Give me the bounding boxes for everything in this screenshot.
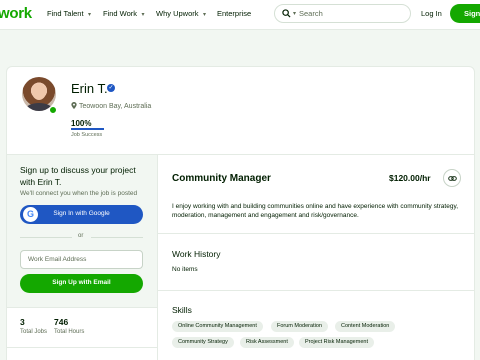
- freelancer-name: Erin T.: [71, 81, 108, 96]
- top-nav: work Find Talent ▾ Find Work ▾ Why Upwork ▾…: [0, 0, 480, 30]
- copy-link-button[interactable]: [443, 169, 461, 187]
- nav-enterprise[interactable]: Enterprise: [217, 9, 251, 18]
- nav-find-talent[interactable]: Find Talent ▾: [47, 9, 94, 18]
- verified-badge-icon: ✓: [107, 84, 115, 92]
- work-history-heading: Work History: [172, 249, 221, 259]
- nav-item-label: Find Work: [103, 9, 138, 18]
- google-signin-button[interactable]: G Sign In with Google: [20, 205, 143, 224]
- chevron-down-icon: ▾: [88, 12, 92, 18]
- job-success-fill: [71, 128, 104, 130]
- profile-title: Community Manager: [172, 173, 271, 184]
- skill-chip[interactable]: Forum Moderation: [271, 321, 328, 332]
- skill-chip[interactable]: Community Strategy: [172, 337, 234, 348]
- chevron-down-icon[interactable]: ▾: [293, 10, 296, 17]
- nav-item-label: Why Upwork: [156, 9, 199, 18]
- signup-email-button[interactable]: Sign Up with Email: [20, 274, 143, 293]
- search-box[interactable]: ▾ Search: [274, 4, 411, 23]
- profile-card: Erin T. ✓ Teowoon Bay, Australia 100% Jo…: [6, 66, 475, 360]
- total-jobs-label: Total Jobs: [20, 329, 48, 335]
- overview-section: Community Manager $120.00/hr I enjoy wor…: [158, 154, 474, 233]
- job-success-value: 100%: [71, 119, 92, 128]
- or-divider: or: [20, 233, 143, 241]
- nav-item-label: Find Talent: [47, 9, 84, 18]
- skill-chip[interactable]: Project Risk Management: [299, 337, 374, 348]
- signup-subtext: We'll connect you when the job is posted: [20, 190, 138, 197]
- nav-item-label: Enterprise: [217, 9, 252, 18]
- signup-button[interactable]: Sign: [450, 4, 480, 23]
- upwork-logo[interactable]: work: [0, 5, 32, 22]
- google-signin-label: Sign In with Google: [53, 210, 110, 217]
- total-hours-value: 746: [54, 317, 69, 327]
- nav-why-upwork[interactable]: Why Upwork ▾: [156, 9, 209, 18]
- location-text: Teowoon Bay, Australia: [79, 103, 152, 110]
- signup-heading: Sign up to discuss your project with Eri…: [20, 165, 136, 187]
- signup-panel: Sign up to discuss your project with Eri…: [7, 154, 158, 360]
- skill-chip[interactable]: Risk Assessment: [240, 337, 294, 348]
- online-status-icon: [49, 106, 57, 114]
- profile-bio: I enjoy working with and building commun…: [172, 203, 459, 219]
- nav-find-work[interactable]: Find Work ▾: [103, 9, 147, 18]
- search-placeholder[interactable]: Search: [299, 9, 323, 18]
- skills-heading: Skills: [172, 305, 192, 315]
- total-hours-label: Total Hours: [54, 329, 85, 335]
- job-success-bar: [71, 128, 104, 130]
- location: Teowoon Bay, Australia: [71, 102, 151, 110]
- total-jobs-value: 3: [20, 317, 25, 327]
- skill-chip[interactable]: Content Moderation: [335, 321, 396, 332]
- skill-chip[interactable]: Online Community Management: [172, 321, 263, 332]
- skills-section: Skills Online Community Management Forum…: [158, 290, 474, 360]
- location-pin-icon: [71, 102, 77, 109]
- work-history-section: Work History No items: [158, 233, 474, 290]
- email-field[interactable]: Work Email Address: [20, 250, 143, 269]
- or-text: or: [78, 233, 84, 239]
- profile-main: Community Manager $120.00/hr I enjoy wor…: [158, 154, 474, 360]
- job-success-label: Job Success: [71, 132, 103, 138]
- chevron-down-icon: ▾: [141, 12, 145, 18]
- chevron-down-icon: ▾: [203, 12, 207, 18]
- work-history-empty: No items: [172, 266, 198, 273]
- search-icon: [282, 9, 291, 18]
- hourly-rate: $120.00/hr: [389, 173, 431, 183]
- login-link[interactable]: Log In: [421, 9, 442, 18]
- divider: [7, 347, 157, 360]
- link-icon: [448, 176, 457, 181]
